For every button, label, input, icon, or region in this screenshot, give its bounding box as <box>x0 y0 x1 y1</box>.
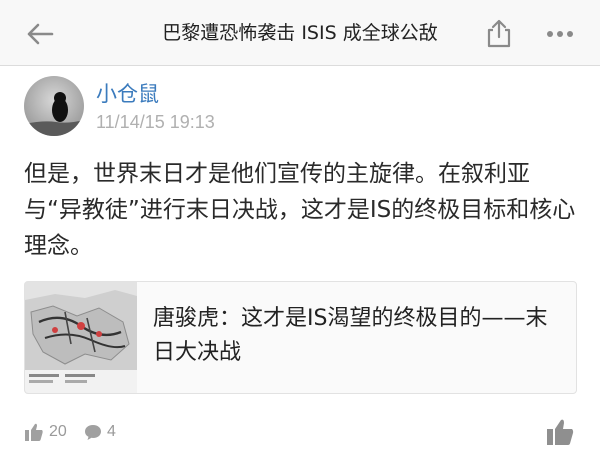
thumbs-up-icon <box>547 419 574 445</box>
avatar[interactable] <box>24 76 84 136</box>
link-card[interactable]: 唐骏虎：这才是IS渴望的终极目的——末日大决战 <box>24 281 577 394</box>
back-button[interactable] <box>20 14 60 54</box>
like-post-button[interactable] <box>542 414 578 450</box>
top-bar: 巴黎遭恐怖袭击 ISIS 成全球公敌 <box>0 0 600 66</box>
more-dots-icon <box>547 31 573 37</box>
share-button[interactable] <box>478 12 520 54</box>
comment-button[interactable]: 4 <box>84 418 116 446</box>
thumbs-up-icon <box>25 423 43 441</box>
action-bar: 20 4 <box>0 412 600 452</box>
like-button[interactable]: 20 <box>24 418 67 446</box>
post-body: 但是，世界末日才是他们宣传的主旋律。在叙利亚与“异教徒”进行末日决战，这才是IS… <box>24 161 576 259</box>
author-name[interactable]: 小仓鼠 <box>96 78 159 108</box>
post-timestamp: 11/14/15 19:13 <box>96 112 215 132</box>
comment-count: 4 <box>107 423 116 440</box>
link-card-title: 唐骏虎：这才是IS渴望的终极目的——末日大决战 <box>153 306 548 365</box>
page-title: 巴黎遭恐怖袭击 ISIS 成全球公敌 <box>162 22 438 44</box>
more-button[interactable] <box>540 14 580 54</box>
arrow-left-icon <box>27 23 54 45</box>
avatar-image <box>24 76 84 136</box>
share-icon <box>487 19 511 48</box>
comment-bubble-icon <box>85 425 101 440</box>
map-thumbnail <box>25 282 137 393</box>
like-count: 20 <box>49 423 67 440</box>
